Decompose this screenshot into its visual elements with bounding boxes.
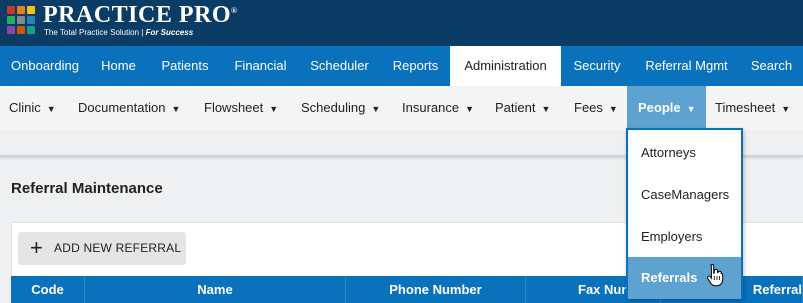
menu-item-attorneys[interactable]: Attorneys	[628, 132, 741, 174]
page-title: Referral Maintenance	[11, 180, 163, 197]
column-header-code[interactable]: Code	[11, 276, 85, 303]
nav-financial[interactable]: Financial	[223, 46, 298, 86]
caret-down-icon: ▼	[781, 104, 791, 114]
app-window: PRACTICE PRO® The Total Practice Solutio…	[0, 0, 803, 303]
subnav-documentation[interactable]: Documentation ▼	[69, 86, 189, 130]
subnav-timesheet[interactable]: Timesheet ▼	[706, 86, 799, 130]
tagline-emphasis: For Success	[145, 28, 194, 37]
subnav-label: Timesheet	[715, 100, 776, 115]
nav-administration[interactable]: Administration	[450, 46, 561, 86]
subnav-label: Fees	[574, 100, 603, 115]
nav-scheduler[interactable]: Scheduler	[298, 46, 381, 86]
menu-item-referrals[interactable]: Referrals	[628, 257, 741, 299]
caret-down-icon: ▼	[465, 104, 475, 114]
menu-item-casemanagers[interactable]: CaseManagers	[628, 174, 741, 216]
subnav-label: Documentation	[78, 100, 166, 115]
caret-down-icon: ▼	[541, 104, 551, 114]
people-dropdown-menu: Attorneys CaseManagers Employers Referra…	[626, 128, 743, 299]
caret-down-icon: ▼	[269, 104, 279, 114]
nav-home[interactable]: Home	[90, 46, 147, 86]
logo-text: PRACTICE PRO	[43, 2, 232, 28]
caret-down-icon: ▼	[171, 104, 181, 114]
subnav-label: Insurance	[402, 100, 460, 115]
subnav-people[interactable]: People ▼	[627, 86, 706, 130]
sub-nav: Clinic ▼ Documentation ▼ Flowsheet ▼ Schedu…	[0, 86, 803, 130]
logo-tagline: The Total Practice Solution | For Succes…	[44, 28, 193, 37]
subnav-label: Clinic	[9, 100, 41, 115]
subnav-fees[interactable]: Fees ▼	[565, 86, 627, 130]
subnav-scheduling[interactable]: Scheduling ▼	[292, 86, 389, 130]
trademark: ®	[231, 6, 238, 15]
caret-down-icon: ▼	[686, 104, 696, 114]
menu-item-employers[interactable]: Employers	[628, 216, 741, 258]
nav-onboarding[interactable]: Onboarding	[0, 46, 90, 86]
nav-patients[interactable]: Patients	[147, 46, 223, 86]
caret-down-icon: ▼	[46, 104, 56, 114]
caret-down-icon: ▼	[608, 104, 618, 114]
app-header: PRACTICE PRO® The Total Practice Solutio…	[0, 0, 803, 46]
subnav-label: People	[638, 100, 681, 115]
column-header-phone[interactable]: Phone Number	[346, 276, 526, 303]
subnav-label: Flowsheet	[204, 100, 264, 115]
subnav-clinic[interactable]: Clinic ▼	[0, 86, 65, 130]
tagline-text: The Total Practice Solution |	[44, 28, 144, 37]
subnav-patient[interactable]: Patient ▼	[486, 86, 559, 130]
subnav-label: Scheduling	[301, 100, 366, 115]
nav-security[interactable]: Security	[561, 46, 633, 86]
plus-icon: +	[30, 235, 43, 260]
subnav-flowsheet[interactable]: Flowsheet ▼	[195, 86, 287, 130]
nav-reports[interactable]: Reports	[381, 46, 450, 86]
add-button-label: ADD NEW REFERRAL	[54, 241, 182, 255]
nav-search[interactable]: Search	[740, 46, 803, 86]
caret-down-icon: ▼	[371, 104, 381, 114]
column-header-name[interactable]: Name	[85, 276, 346, 303]
hand-pointer-cursor-icon	[707, 263, 724, 287]
logo-wordmark[interactable]: PRACTICE PRO®	[43, 2, 238, 29]
nav-referral-mgmt[interactable]: Referral Mgmt	[633, 46, 740, 86]
logo-icon	[7, 6, 37, 36]
main-nav: Onboarding Home Patients Financial Sched…	[0, 46, 803, 86]
add-new-referral-button[interactable]: + ADD NEW REFERRAL	[18, 232, 186, 265]
subnav-insurance[interactable]: Insurance ▼	[393, 86, 483, 130]
subnav-label: Patient	[495, 100, 536, 115]
